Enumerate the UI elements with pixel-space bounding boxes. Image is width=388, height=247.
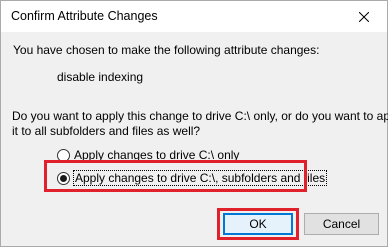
cancel-button[interactable]: Cancel <box>304 213 379 235</box>
close-button[interactable] <box>341 1 387 32</box>
question-line-1: Do you want to apply this change to driv… <box>12 109 388 123</box>
title-bar: Confirm Attribute Changes <box>1 1 387 32</box>
radio-option-subfolders-and-files[interactable]: Apply changes to drive C:\, subfolders a… <box>57 170 328 186</box>
confirm-attribute-changes-dialog: Confirm Attribute Changes You have chose… <box>0 0 388 247</box>
close-icon <box>359 11 369 22</box>
attribute-change-text: disable indexing <box>57 70 144 84</box>
radio-selected-dot <box>60 174 67 182</box>
radio-button-subfolders-and-files[interactable] <box>57 171 70 185</box>
question-line-2: it to all subfolders and files as well? <box>12 124 201 138</box>
radio-label-drive-only[interactable]: Apply changes to drive C:\ only <box>74 148 239 162</box>
intro-message: You have chosen to make the following at… <box>13 43 320 57</box>
radio-option-drive-only[interactable]: Apply changes to drive C:\ only <box>57 148 239 162</box>
ok-button[interactable]: OK <box>223 213 293 235</box>
radio-button-drive-only[interactable] <box>57 148 70 162</box>
radio-label-subfolders-and-files[interactable]: Apply changes to drive C:\, subfolders a… <box>72 170 328 186</box>
window-title: Confirm Attribute Changes <box>11 9 158 23</box>
